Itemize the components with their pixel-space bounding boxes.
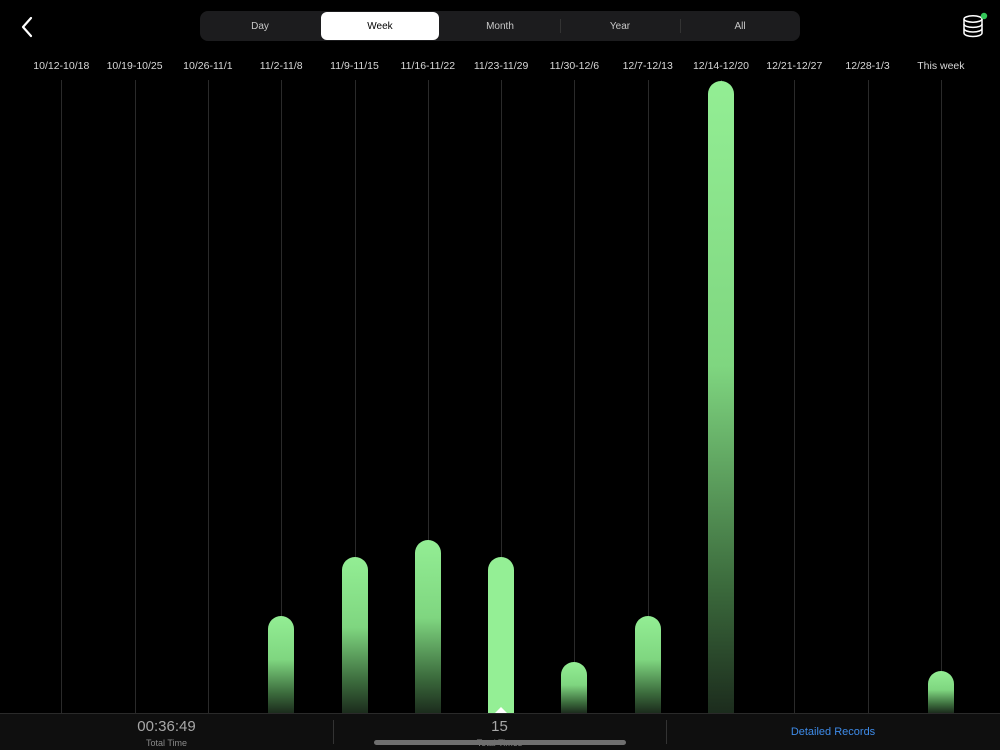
week-label: 10/26-11/1 <box>183 60 233 72</box>
tab-month[interactable]: Month <box>441 12 559 40</box>
week-bar[interactable] <box>708 81 734 713</box>
database-button[interactable] <box>960 12 988 40</box>
week-bar[interactable] <box>634 616 661 713</box>
database-icon <box>963 12 988 38</box>
week-label: 11/9-11/15 <box>330 60 379 72</box>
home-indicator <box>374 740 626 745</box>
total-time-value: 00:36:49 <box>137 718 196 735</box>
grid-line <box>868 80 869 713</box>
week-label: 12/7-12/13 <box>622 60 673 72</box>
tab-all[interactable]: All <box>680 12 799 40</box>
grid-line <box>941 80 942 713</box>
week-label: 12/28-1/3 <box>845 60 890 72</box>
grid-line <box>794 80 795 713</box>
week-label: 12/14-12/20 <box>692 60 750 72</box>
week-label: 10/12-10/18 <box>33 60 90 72</box>
week-label: 12/21-12/27 <box>766 60 823 72</box>
week-bar[interactable] <box>561 662 588 713</box>
week-bar[interactable] <box>268 616 295 713</box>
back-button[interactable] <box>12 12 42 42</box>
week-label: This week <box>917 60 965 72</box>
grid-line <box>574 80 575 713</box>
period-selector: Day Week Month Year All <box>200 11 800 41</box>
week-bar[interactable] <box>488 557 515 713</box>
week-label: 11/16-11/22 <box>400 60 456 72</box>
week-bar[interactable] <box>927 670 954 713</box>
week-label: 11/2-11/8 <box>259 60 303 72</box>
tab-day[interactable]: Day <box>201 12 319 40</box>
tab-year[interactable]: Year <box>560 12 679 40</box>
grid-line <box>135 80 136 713</box>
grid-line <box>61 80 62 713</box>
week-label: 11/30-12/6 <box>549 60 600 72</box>
chevron-left-icon <box>21 16 33 38</box>
total-time-stat: 00:36:49 Total Time <box>0 714 333 748</box>
tab-week[interactable]: Week <box>321 12 439 40</box>
week-bar[interactable] <box>414 540 441 713</box>
week-bar[interactable] <box>341 557 368 713</box>
total-times-value: 15 <box>491 718 508 735</box>
week-label: 11/23-11/29 <box>473 60 529 72</box>
detailed-records-button[interactable]: Detailed Records <box>666 726 1000 738</box>
grid-line <box>208 80 209 713</box>
total-time-label: Total Time <box>145 738 187 748</box>
app-root: Day Week Month Year All /1110/12-10/1810… <box>0 0 1000 750</box>
week-label: 10/19-10/25 <box>106 60 163 72</box>
